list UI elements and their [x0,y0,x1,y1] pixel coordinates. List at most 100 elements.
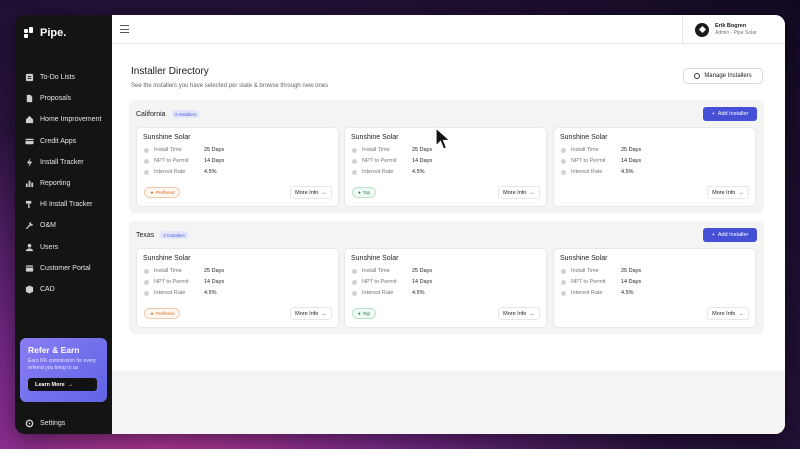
sidebar-item-install-tracker[interactable]: Install Tracker [15,152,112,173]
install-time-value: 25 Days [412,268,433,274]
sidebar-item-credit-apps[interactable]: Credit Apps [15,131,112,152]
npt-value: 14 Days [412,158,433,164]
permit-icon [352,158,357,164]
clock-icon [561,268,566,274]
preferred-tag: ★ Preffered [144,308,181,319]
add-installer-button[interactable]: + Add Installer [703,107,757,121]
sidebar-item-label: Credit Apps [40,137,77,145]
tag-label: Top [362,311,370,316]
install-time-value: 25 Days [204,268,225,274]
more-info-button[interactable]: More Info → [707,307,749,320]
page-subtitle: See the installers you have selected per… [131,83,329,89]
arrow-right-icon: → [738,310,744,317]
check-icon: ● [358,311,361,316]
sidebar-item-proposals[interactable]: Proposals [15,88,112,109]
settings-label: Settings [40,420,66,428]
gear-icon [25,419,34,428]
sidebar-item-home-improvement[interactable]: Home Improvement [15,109,112,130]
hammer-icon [25,200,34,209]
installer-name: Sunshine Solar [560,134,608,141]
tag-label: Preffered [156,311,175,316]
install-time-label: Install Time [154,147,182,153]
installer-card[interactable]: Sunshine Solar Install Time 25 Days NPT t… [136,127,339,207]
more-info-button[interactable]: More Info → [707,186,749,199]
refer-text: Earn 6% commission for every referral yo… [28,358,96,371]
npt-row: NPT to Permit 14 Days [144,158,224,164]
more-info-button[interactable]: More Info → [498,307,540,320]
arrow-right-icon: → [529,310,535,317]
permit-icon [561,279,566,285]
sidebar-item-label: Home Improvement [40,116,102,124]
npt-row: NPT to Permit 14 Days [352,158,432,164]
install-time-value: 25 Days [621,268,642,274]
group-header: Texas 3 Installers [136,231,189,239]
more-info-label: More Info [295,310,319,317]
sidebar-item-cad[interactable]: CAD [15,279,112,300]
permit-icon [352,279,357,285]
preferred-tag: ★ Preffered [144,187,181,198]
sidebar-item-o-and-m[interactable]: O&M [15,215,112,236]
interest-rate-value: 4.5% [621,169,634,175]
install-time-row: Install Time 25 Days [352,147,432,153]
star-icon: ★ [150,310,155,316]
tag-label: Top [362,190,370,195]
permit-icon [561,158,566,164]
user-menu[interactable]: Erik Bogren Admin - Pipe Solar [682,15,785,44]
hamburger-menu-icon[interactable] [120,25,129,33]
clock-icon [352,147,357,153]
sidebar-item-settings[interactable]: Settings [25,413,65,434]
arrow-right-icon: → [67,381,74,388]
plus-icon: + [711,111,715,117]
manage-installers-button[interactable]: Manage Installers [683,68,763,84]
bottom-spacer [112,371,785,434]
installer-card[interactable]: Sunshine Solar Install Time 25 Days NPT t… [553,248,756,328]
permit-icon [144,158,149,164]
more-info-button[interactable]: More Info → [498,186,540,199]
logo[interactable]: Pipe. [24,27,66,39]
check-icon: ● [358,190,361,195]
installer-card[interactable]: Sunshine Solar Install Time 25 Days NPT t… [344,248,547,328]
sidebar-item-hi-install-tracker[interactable]: HI Install Tracker [15,194,112,215]
interest-rate-row: Interest Rate 4.5% [561,169,634,175]
installer-card[interactable]: Sunshine Solar Install Time 25 Days NPT t… [553,127,756,207]
sidebar-item-label: Users [40,243,59,251]
add-installer-button[interactable]: + Add Installer [703,228,757,242]
npt-value: 14 Days [204,279,225,285]
sidebar-nav: To-Do Lists Proposals Home Improvement C… [15,67,112,300]
install-time-row: Install Time 25 Days [352,268,432,274]
sidebar: Pipe. To-Do Lists Proposals Home Improve… [15,15,112,434]
sidebar-item-to-do-lists[interactable]: To-Do Lists [15,67,112,88]
more-info-button[interactable]: More Info → [290,186,332,199]
sidebar-item-users[interactable]: Users [15,237,112,258]
interest-rate-label: Interest Rate [362,169,394,175]
pipe-logo-icon [24,27,36,39]
clock-icon [561,147,566,153]
npt-value: 14 Days [204,158,225,164]
install-time-row: Install Time 25 Days [144,268,224,274]
npt-label: NPT to Permit [154,279,189,285]
install-time-row: Install Time 25 Days [144,147,224,153]
radio-icon [694,73,701,79]
interest-rate-value: 4.5% [412,290,425,296]
install-time-value: 25 Days [412,147,433,153]
npt-value: 14 Days [412,279,433,285]
state-group-california: California 3 Installers + Add Installer … [129,100,764,213]
npt-label: NPT to Permit [362,158,397,164]
arrow-right-icon: → [321,310,327,317]
top-tag: ● Top [352,187,376,198]
install-time-row: Install Time 25 Days [561,147,641,153]
installer-card[interactable]: Sunshine Solar Install Time 25 Days NPT t… [136,248,339,328]
installer-name: Sunshine Solar [351,134,399,141]
sidebar-item-reporting[interactable]: Reporting [15,173,112,194]
main-area: Erik Bogren Admin - Pipe Solar Installer… [112,15,785,434]
cube-icon [25,285,34,294]
more-info-button[interactable]: More Info → [290,307,332,320]
installer-card[interactable]: Sunshine Solar Install Time 25 Days NPT t… [344,127,547,207]
add-installer-label: Add Installer [717,232,749,238]
sidebar-item-customer-portal[interactable]: Customer Portal [15,258,112,279]
installer-name: Sunshine Solar [143,255,191,262]
interest-rate-value: 4.5% [204,290,217,296]
refer-title: Refer & Earn [28,345,80,355]
learn-more-button[interactable]: Learn More → [28,378,97,391]
npt-label: NPT to Permit [154,158,189,164]
